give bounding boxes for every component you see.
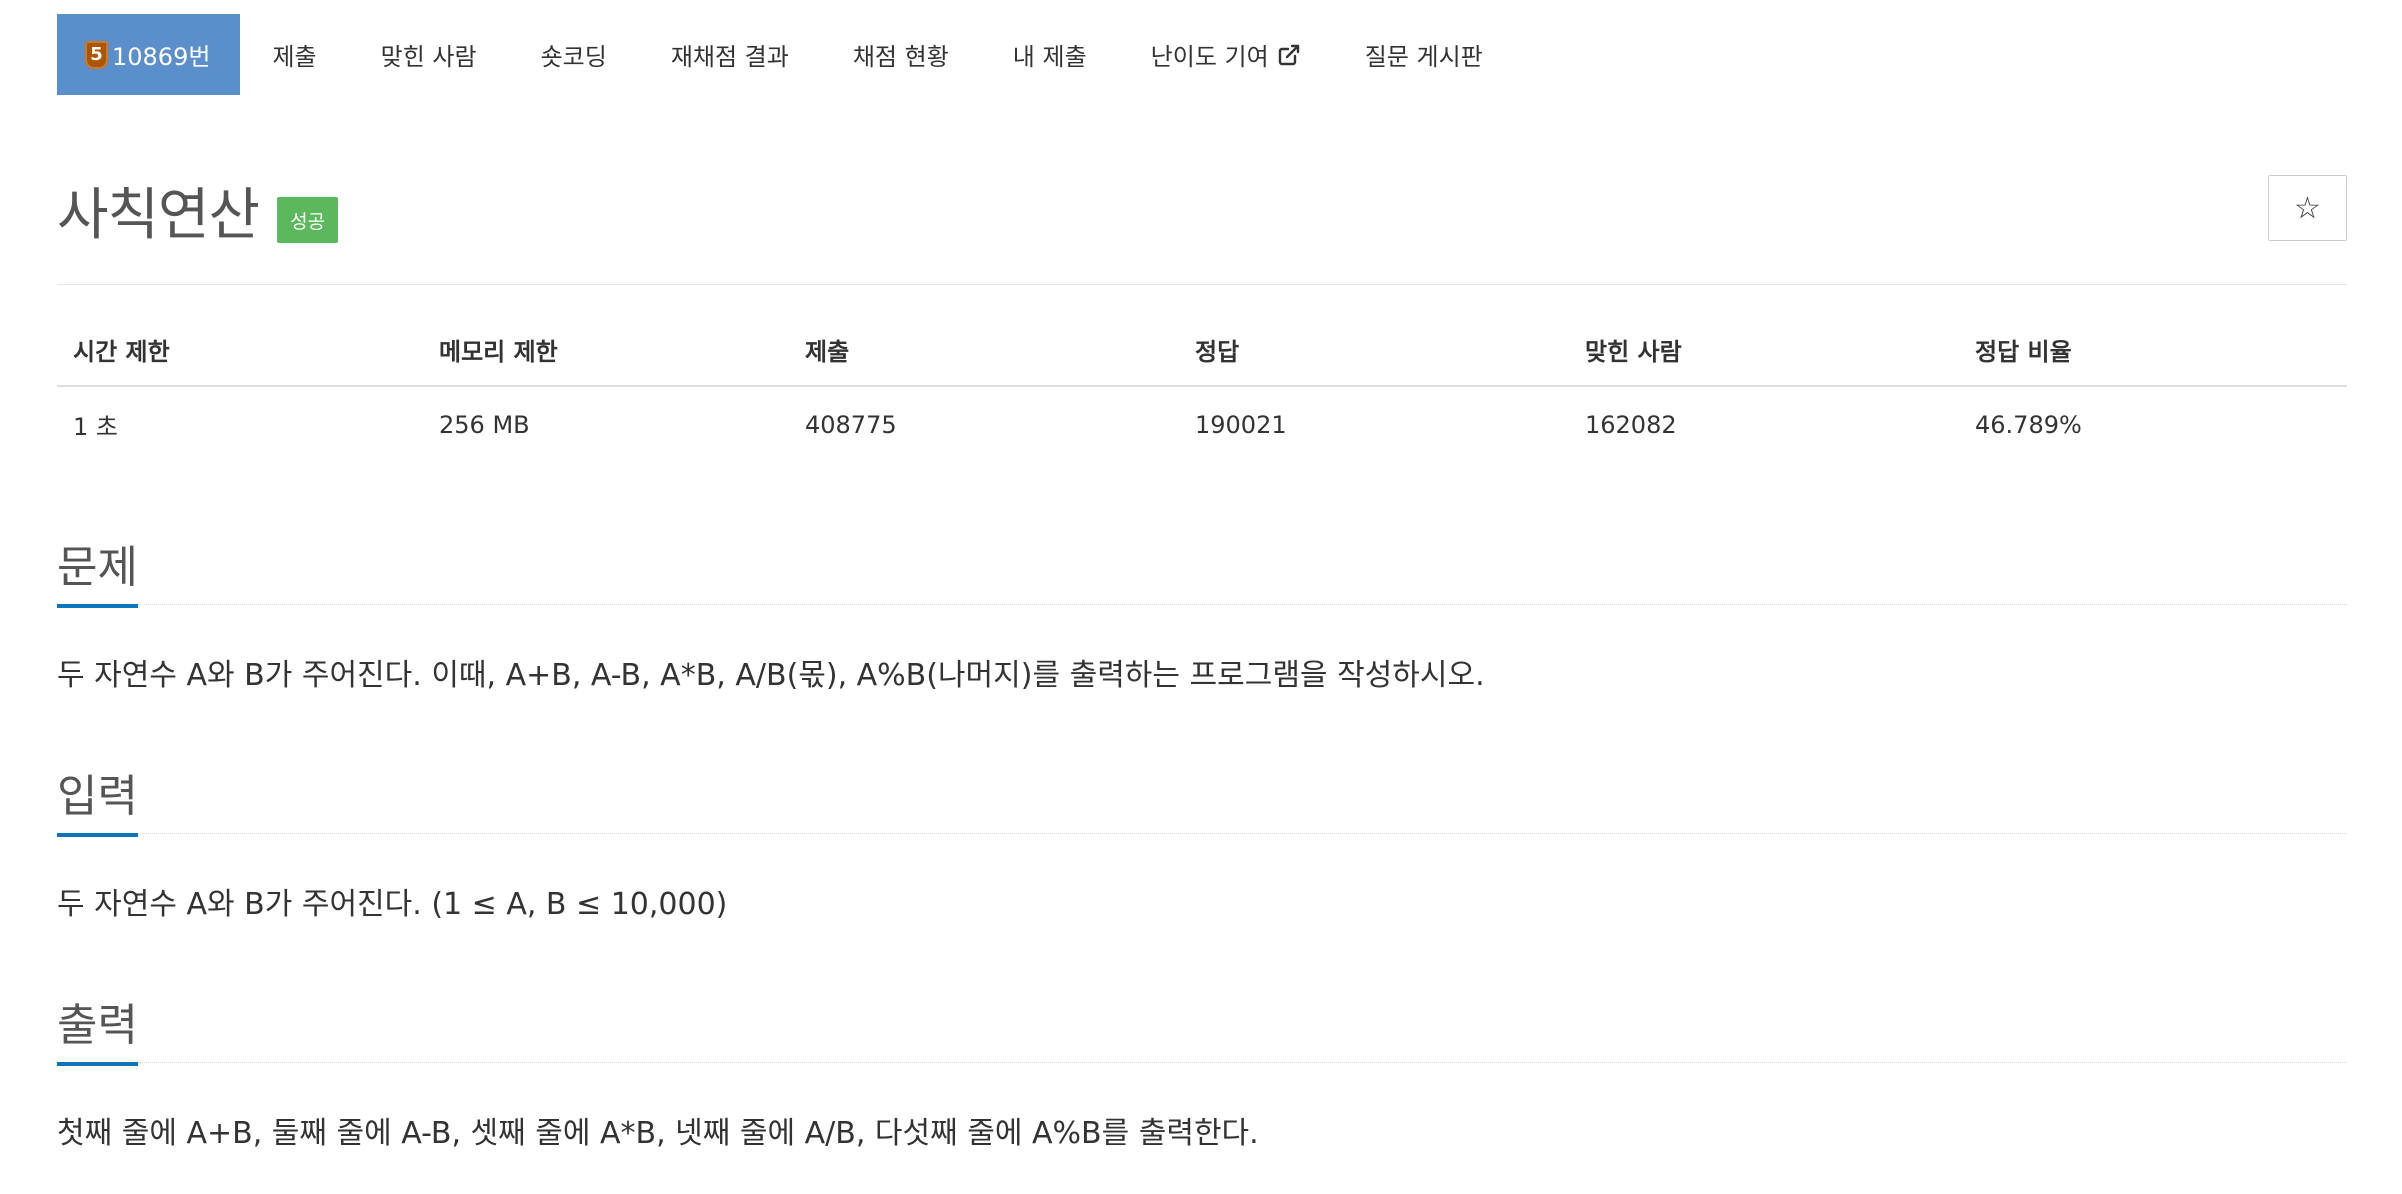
- table-row: 1 초 256 MB 408775 190021 162082 46.789%: [57, 386, 2347, 442]
- section-divider: [57, 604, 2347, 605]
- output-heading: 출력: [57, 996, 2347, 1066]
- nav-judge-status-label: 채점 현황: [852, 43, 949, 71]
- output-section: 출력 첫째 줄에 A+B, 둘째 줄에 A-B, 셋째 줄에 A*B, 넷째 줄…: [57, 996, 2347, 1154]
- problem-number-label: 10869번: [112, 43, 211, 71]
- accept-ratio-value: 46.789%: [1975, 410, 2082, 439]
- accept-ratio-header: 정답 비율: [1959, 332, 2347, 387]
- nav-rejudge-results[interactable]: 재채점 결과: [639, 14, 821, 95]
- external-link-icon: [1277, 43, 1301, 67]
- problem-title: 사칙연산: [57, 183, 260, 248]
- solved-users-value: 162082: [1585, 410, 1677, 439]
- nav-question-board-label: 질문 게시판: [1364, 43, 1483, 71]
- description-text: 두 자연수 A와 B가 주어진다. 이때, A+B, A-B, A*B, A/B…: [57, 658, 1485, 693]
- memory-limit-value: 256 MB: [439, 410, 530, 439]
- nav-my-submissions[interactable]: 내 제출: [981, 14, 1119, 95]
- section-divider: [57, 833, 2347, 834]
- description-title: 문제: [57, 542, 138, 608]
- problem-menu: 5 10869번 제출 맞힌 사람 숏코딩 재채점 결과 채점 현황 내 제출 …: [57, 14, 1515, 95]
- nav-judge-status[interactable]: 채점 현황: [821, 14, 981, 95]
- description-heading: 문제: [57, 538, 2347, 608]
- nav-problem-number[interactable]: 5 10869번: [57, 14, 241, 95]
- status-badge: 성공: [277, 196, 339, 243]
- description-section: 문제 두 자연수 A와 B가 주어진다. 이때, A+B, A-B, A*B, …: [57, 538, 2347, 696]
- problem-page: 5 10869번 제출 맞힌 사람 숏코딩 재채점 결과 채점 현황 내 제출 …: [0, 0, 2402, 1194]
- input-title: 입력: [57, 771, 138, 837]
- nav-rejudge-results-label: 재채점 결과: [670, 43, 789, 71]
- nav-solved-users[interactable]: 맞힌 사람: [349, 14, 509, 95]
- accepted-header: 정답: [1179, 332, 1569, 387]
- input-section: 입력 두 자연수 A와 B가 주어진다. (1 ≤ A, B ≤ 10,000): [57, 767, 2347, 925]
- time-limit-header: 시간 제한: [57, 332, 423, 387]
- problem-info-table: 시간 제한 메모리 제한 제출 정답 맞힌 사람 정답 비율 1 초 256 M…: [57, 332, 2347, 442]
- nav-short-coding[interactable]: 숏코딩: [509, 14, 639, 95]
- title-divider: [57, 284, 2347, 285]
- solved-users-header: 맞힌 사람: [1569, 332, 1959, 387]
- memory-limit-header: 메모리 제한: [423, 332, 789, 387]
- submissions-header: 제출: [789, 332, 1179, 387]
- nav-submit[interactable]: 제출: [240, 14, 348, 95]
- nav-my-submissions-label: 내 제출: [1012, 43, 1087, 71]
- star-outline-icon: ☆: [2294, 190, 2321, 226]
- time-limit-value: 1 초: [73, 413, 118, 441]
- output-text: 첫째 줄에 A+B, 둘째 줄에 A-B, 셋째 줄에 A*B, 넷째 줄에 A…: [57, 1116, 1259, 1151]
- nav-difficulty-contribution-label: 난이도 기여: [1150, 43, 1269, 71]
- input-text: 두 자연수 A와 B가 주어진다. (1 ≤ A, B ≤ 10,000): [57, 887, 728, 922]
- submissions-value: 408775: [805, 410, 897, 439]
- output-title: 출력: [57, 1000, 138, 1066]
- nav-question-board[interactable]: 질문 게시판: [1333, 14, 1515, 95]
- problem-header: 사칙연산 성공: [57, 170, 339, 251]
- nav-submit-label: 제출: [272, 43, 317, 71]
- bronze-tier-icon: 5: [85, 40, 108, 69]
- nav-solved-users-label: 맞힌 사람: [380, 43, 477, 71]
- table-header-row: 시간 제한 메모리 제한 제출 정답 맞힌 사람 정답 비율: [57, 332, 2347, 387]
- input-heading: 입력: [57, 767, 2347, 837]
- accepted-value: 190021: [1195, 410, 1287, 439]
- favorite-button[interactable]: ☆: [2268, 175, 2347, 241]
- section-divider: [57, 1062, 2347, 1063]
- nav-short-coding-label: 숏코딩: [540, 43, 607, 71]
- nav-difficulty-contribution[interactable]: 난이도 기여: [1119, 14, 1333, 95]
